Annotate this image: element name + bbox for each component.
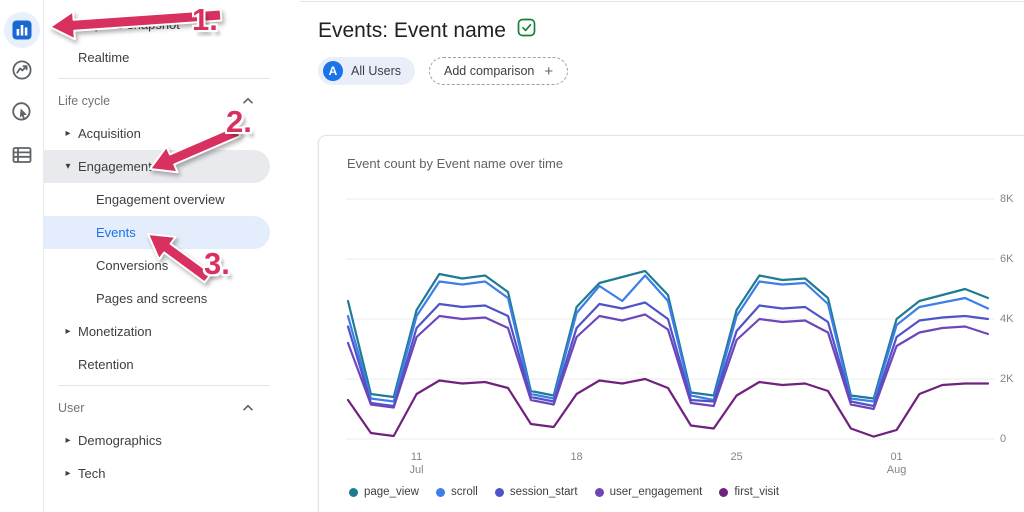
sidebar-item-label: Reports snapshot (78, 17, 180, 32)
section-label: User (58, 401, 84, 415)
legend-dot-icon (436, 488, 445, 497)
triangle-right-icon[interactable]: ▸ (58, 435, 78, 446)
legend-label: first_visit (734, 486, 779, 498)
y-tick-label: 0 (1000, 433, 1024, 445)
line-series-first_visit (348, 379, 988, 437)
sidebar-item-label: Realtime (78, 50, 129, 65)
x-tick-label: 18 (547, 451, 607, 464)
doc-check-icon[interactable] (516, 17, 537, 44)
sidebar-item-retention[interactable]: Retention (44, 348, 300, 381)
legend-dot-icon (719, 488, 728, 497)
triangle-right-icon[interactable]: ▸ (58, 468, 78, 479)
add-comparison-button[interactable]: Add comparison + (429, 57, 568, 85)
sidebar-item-label: Conversions (96, 258, 168, 273)
add-comparison-label: Add comparison (444, 64, 534, 78)
sidebar-section-life-cycle[interactable]: Life cycle (44, 84, 300, 117)
legend-dot-icon (595, 488, 604, 497)
sidebar-item-engagement-overview[interactable]: Engagement overview (44, 183, 300, 216)
triangle-down-icon[interactable]: ▾ (58, 161, 78, 172)
legend-dot-icon (349, 488, 358, 497)
left-icon-rail (0, 0, 44, 512)
trend-circle-icon[interactable] (10, 58, 34, 82)
line-series-session_start (348, 303, 988, 407)
sidebar-item-label: Engagement (78, 159, 152, 174)
avatar: A (323, 61, 343, 81)
y-tick-label: 2K (1000, 373, 1024, 385)
legend-dot-icon (495, 488, 504, 497)
sidebar-item-label: Events (96, 225, 136, 240)
x-tick-label: 25 (707, 451, 767, 464)
explore-cursor-icon[interactable] (10, 100, 34, 124)
y-tick-label: 8K (1000, 193, 1024, 205)
sidebar-item-acquisition[interactable]: ▸Acquisition (44, 117, 300, 150)
sidebar-item-label: Retention (78, 357, 134, 372)
section-label: Life cycle (58, 94, 110, 108)
all-users-label: All Users (351, 64, 401, 78)
legend-item-first_visit[interactable]: first_visit (719, 486, 779, 498)
legend-label: page_view (364, 486, 419, 498)
legend-item-user_engagement[interactable]: user_engagement (595, 486, 703, 498)
legend-label: user_engagement (610, 486, 703, 498)
legend-label: session_start (510, 486, 578, 498)
chart-canvas (346, 191, 994, 447)
sidebar-item-monetization[interactable]: ▸Monetization (44, 315, 300, 348)
chart-legend: page_view scroll session_start user_engagem… (349, 486, 779, 498)
sidebar-item-label: Engagement overview (96, 192, 225, 207)
sidebar-item-realtime[interactable]: Realtime (44, 41, 300, 74)
y-tick-label: 4K (1000, 313, 1024, 325)
report-nav-sidebar: Reports snapshotRealtimeLife cycle▸Acqui… (44, 0, 300, 512)
sidebar-item-pages-and-screens[interactable]: Pages and screens (44, 282, 300, 315)
bar-chart-icon[interactable] (4, 12, 40, 48)
triangle-right-icon[interactable]: ▸ (58, 128, 78, 139)
line-chart[interactable]: 8K6K4K2K0 11Jul182501Aug (346, 191, 994, 447)
legend-item-scroll[interactable]: scroll (436, 486, 478, 498)
chevron-up-icon[interactable] (242, 404, 254, 412)
sidebar-item-label: Monetization (78, 324, 152, 339)
page-title-row: Events: Event name (318, 17, 537, 44)
sidebar-section-user[interactable]: User (44, 391, 300, 424)
sidebar-item-demographics[interactable]: ▸Demographics (44, 424, 300, 457)
sidebar-item-conversions[interactable]: Conversions (44, 249, 300, 282)
sidebar-item-label: Tech (78, 466, 105, 481)
sidebar-divider (58, 385, 270, 386)
legend-label: scroll (451, 486, 478, 498)
plus-icon: + (544, 63, 553, 80)
y-tick-label: 6K (1000, 253, 1024, 265)
legend-item-page_view[interactable]: page_view (349, 486, 419, 498)
sidebar-item-tech[interactable]: ▸Tech (44, 457, 300, 490)
all-users-chip[interactable]: A All Users (318, 57, 415, 85)
sidebar-item-reports-snapshot[interactable]: Reports snapshot (44, 8, 300, 41)
x-tick-label: 11Jul (387, 451, 447, 477)
sidebar-item-label: Acquisition (78, 126, 141, 141)
sidebar-item-label: Demographics (78, 433, 162, 448)
sidebar-item-label: Pages and screens (96, 291, 207, 306)
chart-card: Event count by Event name over time 8K6K… (318, 135, 1024, 512)
page-title: Events: Event name (318, 19, 506, 43)
x-tick-label: 01Aug (867, 451, 927, 477)
legend-item-session_start[interactable]: session_start (495, 486, 578, 498)
chart-title: Event count by Event name over time (347, 156, 563, 171)
chevron-up-icon[interactable] (242, 97, 254, 105)
comparison-bar: A All Users Add comparison + (318, 57, 568, 85)
line-series-user_engagement (348, 315, 988, 410)
table-list-icon[interactable] (10, 143, 34, 167)
sidebar-item-engagement[interactable]: ▾Engagement (44, 150, 270, 183)
sidebar-item-events[interactable]: Events (44, 216, 270, 249)
sidebar-divider (58, 78, 270, 79)
triangle-right-icon[interactable]: ▸ (58, 326, 78, 337)
